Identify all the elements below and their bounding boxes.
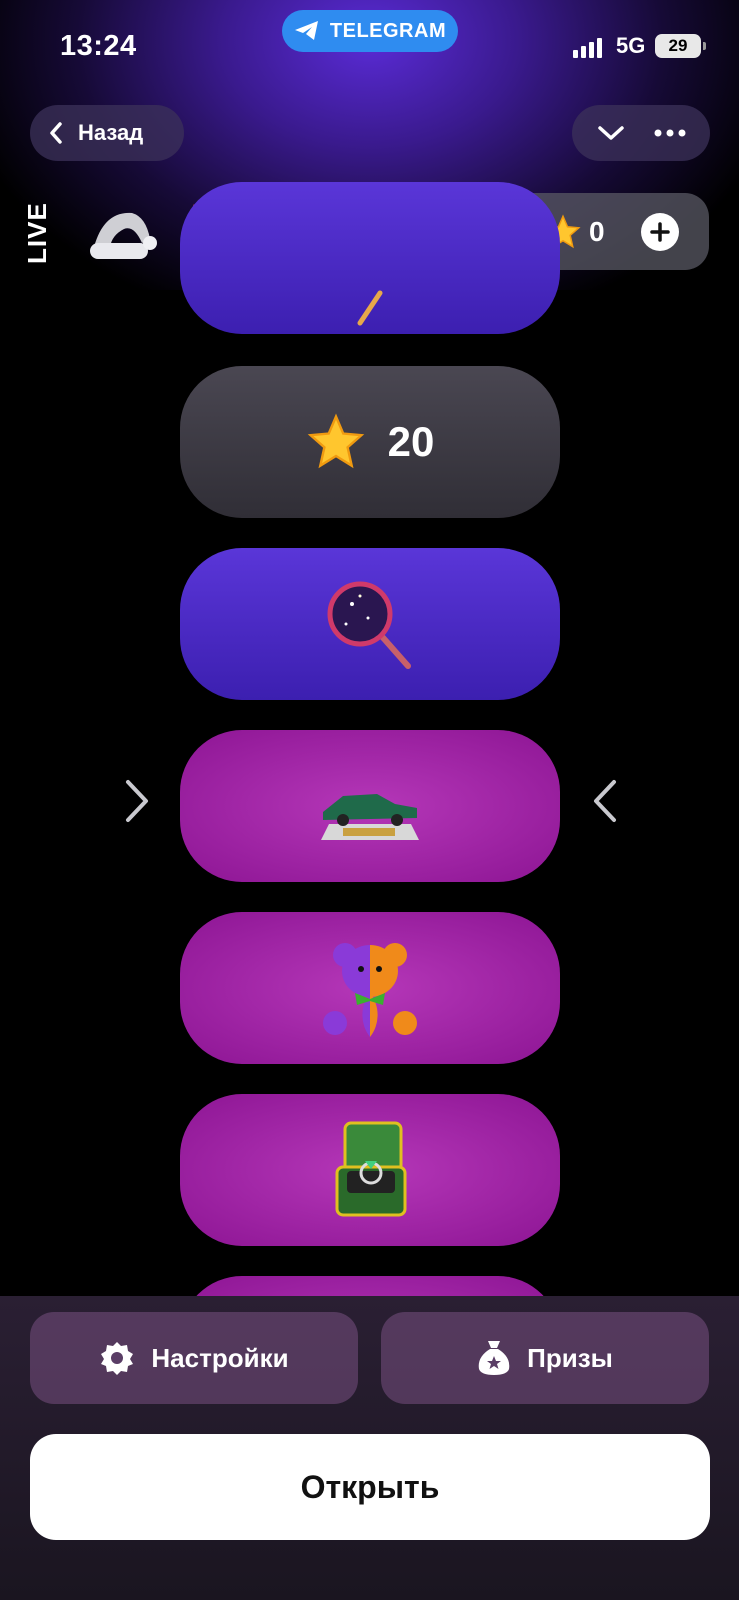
reel-item-ring [180, 1094, 560, 1246]
reel-item-teddy [180, 912, 560, 1064]
open-label: Открыть [300, 1468, 440, 1505]
prize-bag-icon [478, 1341, 510, 1375]
chevron-left-icon [50, 122, 62, 144]
lowrider-car-icon [321, 794, 419, 840]
back-button[interactable]: Назад [30, 105, 184, 161]
telegram-icon [294, 21, 318, 40]
reel-item-lollipop [180, 548, 560, 700]
wand-icon [357, 290, 383, 326]
reel-item-stars: 20 [180, 366, 560, 518]
pointer-left-icon [594, 780, 616, 822]
reel-item-car [180, 730, 560, 882]
settings-button[interactable]: Настройки [30, 1312, 358, 1404]
status-bar: 13:24 TELEGRAM 5G 29 [0, 0, 739, 95]
telegram-badge[interactable]: TELEGRAM [282, 10, 458, 52]
ring-box-icon [335, 1121, 407, 1217]
back-label: Назад [78, 120, 144, 145]
magic-lollipop-icon [327, 581, 411, 669]
plus-icon [650, 222, 670, 242]
battery-level: 29 [668, 36, 688, 55]
header-menu [572, 105, 710, 161]
santa-hat-icon[interactable] [82, 194, 162, 274]
status-time: 13:24 [60, 30, 137, 62]
pointer-right-icon [126, 780, 148, 822]
reel-stars-value: 20 [387, 418, 435, 465]
prizes-label: Призы [527, 1342, 613, 1373]
telegram-badge-label: TELEGRAM [329, 19, 447, 42]
gear-icon [101, 1342, 134, 1375]
chevron-down-icon[interactable] [596, 123, 626, 143]
battery-icon: 29 [655, 34, 706, 58]
prizes-button[interactable]: Призы [381, 1312, 709, 1404]
network-type: 5G [616, 33, 646, 58]
balance-value: 0 [589, 215, 605, 247]
settings-label: Настройки [151, 1342, 289, 1373]
more-icon[interactable] [653, 128, 687, 138]
signal-icon [573, 36, 602, 58]
live-label: LIVE [22, 202, 52, 264]
reel-item-wand [180, 182, 560, 334]
star-icon [307, 413, 364, 469]
teddy-bear-icon [323, 943, 417, 1037]
open-button[interactable]: Открыть [30, 1434, 710, 1540]
add-stars-button[interactable] [641, 213, 679, 251]
